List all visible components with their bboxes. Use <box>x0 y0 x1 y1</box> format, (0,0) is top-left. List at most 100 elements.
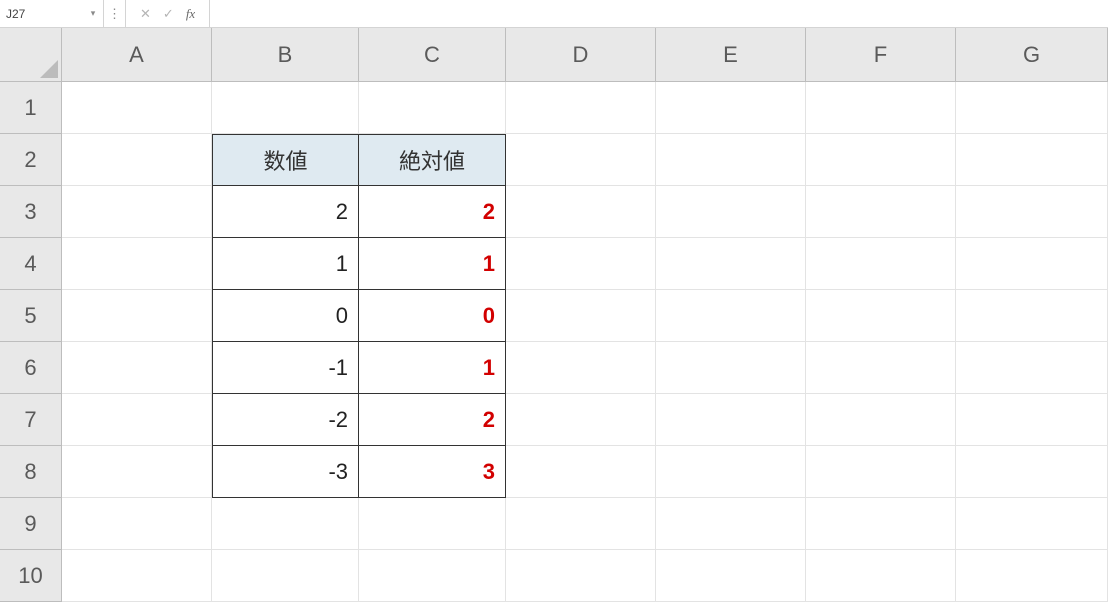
cell-G8[interactable] <box>956 446 1108 498</box>
table-row: -3 3 <box>62 446 1108 498</box>
cell-G9[interactable] <box>956 498 1108 550</box>
cell-B7[interactable]: -2 <box>212 394 359 446</box>
table-row: 2 2 <box>62 186 1108 238</box>
cell-F10[interactable] <box>806 550 956 602</box>
col-header-C[interactable]: C <box>359 28 506 82</box>
col-header-G[interactable]: G <box>956 28 1108 82</box>
cell-E1[interactable] <box>656 82 806 134</box>
cell-E5[interactable] <box>656 290 806 342</box>
row-header-1[interactable]: 1 <box>0 82 62 134</box>
cell-A3[interactable] <box>62 186 212 238</box>
cell-D9[interactable] <box>506 498 656 550</box>
cell-B9[interactable] <box>212 498 359 550</box>
select-all-icon <box>40 60 58 78</box>
column-headers: A B C D E F G <box>62 28 1108 82</box>
cell-A4[interactable] <box>62 238 212 290</box>
cell-F2[interactable] <box>806 134 956 186</box>
cell-F9[interactable] <box>806 498 956 550</box>
col-header-B[interactable]: B <box>212 28 359 82</box>
cell-D10[interactable] <box>506 550 656 602</box>
cell-A6[interactable] <box>62 342 212 394</box>
cell-G1[interactable] <box>956 82 1108 134</box>
cell-F4[interactable] <box>806 238 956 290</box>
cell-B10[interactable] <box>212 550 359 602</box>
cell-F6[interactable] <box>806 342 956 394</box>
cancel-icon[interactable]: ✕ <box>140 6 151 22</box>
cell-C6[interactable]: 1 <box>359 342 506 394</box>
cell-F8[interactable] <box>806 446 956 498</box>
cell-D2[interactable] <box>506 134 656 186</box>
cell-D1[interactable] <box>506 82 656 134</box>
cell-E2[interactable] <box>656 134 806 186</box>
enter-icon[interactable]: ✓ <box>163 6 174 22</box>
cell-G6[interactable] <box>956 342 1108 394</box>
cell-D3[interactable] <box>506 186 656 238</box>
cell-A1[interactable] <box>62 82 212 134</box>
cell-B6[interactable]: -1 <box>212 342 359 394</box>
cell-C2[interactable]: 絶対値 <box>359 134 506 186</box>
row-header-10[interactable]: 10 <box>0 550 62 602</box>
cell-D6[interactable] <box>506 342 656 394</box>
cell-D5[interactable] <box>506 290 656 342</box>
cell-A5[interactable] <box>62 290 212 342</box>
cell-C5[interactable]: 0 <box>359 290 506 342</box>
cell-F1[interactable] <box>806 82 956 134</box>
cell-E9[interactable] <box>656 498 806 550</box>
cell-A7[interactable] <box>62 394 212 446</box>
row-header-8[interactable]: 8 <box>0 446 62 498</box>
cell-A2[interactable] <box>62 134 212 186</box>
select-all-corner[interactable] <box>0 28 62 82</box>
cell-G4[interactable] <box>956 238 1108 290</box>
cell-E6[interactable] <box>656 342 806 394</box>
cell-C4[interactable]: 1 <box>359 238 506 290</box>
cell-A10[interactable] <box>62 550 212 602</box>
cell-B8[interactable]: -3 <box>212 446 359 498</box>
cell-B4[interactable]: 1 <box>212 238 359 290</box>
cell-C1[interactable] <box>359 82 506 134</box>
cell-A8[interactable] <box>62 446 212 498</box>
cell-F5[interactable] <box>806 290 956 342</box>
cell-D4[interactable] <box>506 238 656 290</box>
cell-G7[interactable] <box>956 394 1108 446</box>
cell-C7[interactable]: 2 <box>359 394 506 446</box>
col-header-E[interactable]: E <box>656 28 806 82</box>
formula-input[interactable] <box>210 0 1108 27</box>
col-header-F[interactable]: F <box>806 28 956 82</box>
cell-E10[interactable] <box>656 550 806 602</box>
fx-icon[interactable]: fx <box>186 6 195 22</box>
cell-E3[interactable] <box>656 186 806 238</box>
cell-G5[interactable] <box>956 290 1108 342</box>
cell-E4[interactable] <box>656 238 806 290</box>
row-header-9[interactable]: 9 <box>0 498 62 550</box>
cell-F3[interactable] <box>806 186 956 238</box>
cell-C3[interactable]: 2 <box>359 186 506 238</box>
name-box[interactable]: J27 ▾ <box>0 0 104 27</box>
col-header-A[interactable]: A <box>62 28 212 82</box>
cell-B2[interactable]: 数値 <box>212 134 359 186</box>
table-row <box>62 498 1108 550</box>
chevron-down-icon[interactable]: ▾ <box>89 10 97 18</box>
cell-C9[interactable] <box>359 498 506 550</box>
cell-B1[interactable] <box>212 82 359 134</box>
cell-G2[interactable] <box>956 134 1108 186</box>
row-header-2[interactable]: 2 <box>0 134 62 186</box>
cell-B5[interactable]: 0 <box>212 290 359 342</box>
col-header-D[interactable]: D <box>506 28 656 82</box>
cell-D7[interactable] <box>506 394 656 446</box>
cell-C8[interactable]: 3 <box>359 446 506 498</box>
cell-F7[interactable] <box>806 394 956 446</box>
row-header-4[interactable]: 4 <box>0 238 62 290</box>
row-header-7[interactable]: 7 <box>0 394 62 446</box>
cell-B3[interactable]: 2 <box>212 186 359 238</box>
cell-G3[interactable] <box>956 186 1108 238</box>
cell-E7[interactable] <box>656 394 806 446</box>
cell-G10[interactable] <box>956 550 1108 602</box>
formula-bar-drag-handle[interactable]: ⋮ <box>104 0 126 27</box>
row-header-5[interactable]: 5 <box>0 290 62 342</box>
row-header-6[interactable]: 6 <box>0 342 62 394</box>
cell-D8[interactable] <box>506 446 656 498</box>
cell-A9[interactable] <box>62 498 212 550</box>
cell-E8[interactable] <box>656 446 806 498</box>
cell-C10[interactable] <box>359 550 506 602</box>
row-header-3[interactable]: 3 <box>0 186 62 238</box>
